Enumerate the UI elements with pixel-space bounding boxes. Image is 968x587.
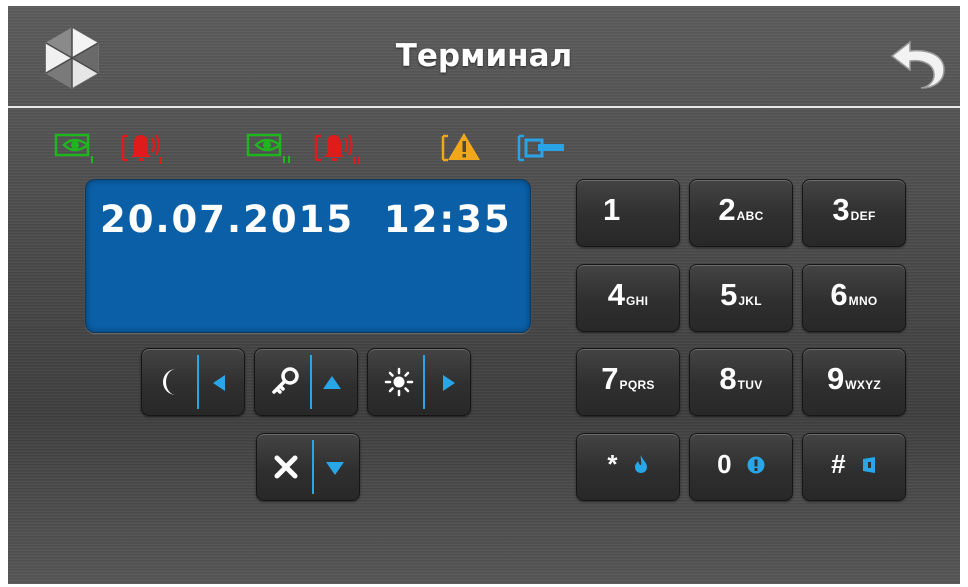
info-exclamation-icon (747, 456, 765, 474)
cancel-down-key[interactable] (256, 433, 360, 501)
key-1-digit: 1 (603, 192, 621, 227)
key-7-letters: PQRS (619, 378, 655, 392)
key-4-letters: GHI (626, 294, 649, 308)
key-icon (272, 367, 299, 394)
arrow-left-icon (213, 375, 225, 391)
partition-2-armed-eye-icon (246, 133, 290, 163)
key-divider (423, 355, 425, 409)
night-left-key[interactable] (141, 348, 245, 416)
partition-1-alarm-bell-icon (121, 134, 162, 164)
key-9-letters: WXYZ (845, 378, 882, 392)
key-0-info[interactable]: 0 (689, 433, 793, 501)
partition-2-alarm-bell-icon (314, 134, 360, 164)
key-3-digit: 3 (832, 192, 850, 227)
key-5-digit: 5 (720, 277, 738, 312)
lcd-display: 20.07.2015 12:35 (85, 179, 531, 333)
page-title: Терминал (395, 38, 573, 74)
key-8-letters: TUV (737, 378, 763, 392)
key-star-symbol: * (607, 449, 618, 479)
undo-back-arrow-icon[interactable] (888, 30, 948, 92)
key-2-digit: 2 (718, 192, 736, 227)
key-6-letters: MNO (848, 294, 878, 308)
date-time-readout: 20.07.2015 12:35 (100, 198, 512, 241)
key-7[interactable]: 7PQRS (576, 348, 680, 416)
arrow-down-icon (326, 462, 344, 475)
moon-icon (163, 369, 176, 395)
key-5[interactable]: 5JKL (689, 264, 793, 332)
header-bar: Терминал (8, 6, 960, 108)
arrow-right-icon (443, 375, 455, 391)
key-4[interactable]: 4GHI (576, 264, 680, 332)
day-right-key[interactable] (367, 348, 471, 416)
terminal-screen: Терминал 20.07.2015 12:35 1 2ABC 3DEF 4G… (8, 6, 960, 584)
key-divider (310, 355, 312, 409)
key-4-digit: 4 (607, 277, 625, 312)
trouble-warning-icon (441, 133, 480, 162)
key-0-digit: 0 (717, 449, 732, 479)
key-3-letters: DEF (850, 209, 876, 223)
fire-icon (634, 455, 647, 473)
key-3[interactable]: 3DEF (802, 179, 906, 247)
sun-icon (384, 367, 414, 397)
key-up-key[interactable] (254, 348, 358, 416)
key-divider (312, 440, 314, 494)
key-1[interactable]: 1 (576, 179, 680, 247)
partition-1-armed-eye-icon (54, 133, 93, 163)
key-9-digit: 9 (826, 361, 845, 396)
x-cancel-icon (274, 455, 298, 479)
key-hash-medical[interactable]: # (802, 433, 906, 501)
medical-icon (862, 457, 875, 473)
key-divider (197, 355, 199, 409)
key-star-fire[interactable]: * (576, 433, 680, 501)
arrow-up-icon (323, 376, 341, 389)
key-8[interactable]: 8TUV (689, 348, 793, 416)
key-2[interactable]: 2ABC (689, 179, 793, 247)
key-9[interactable]: 9WXYZ (802, 348, 906, 416)
service-mode-icon (517, 134, 564, 162)
key-hash-symbol: # (831, 449, 846, 479)
key-6[interactable]: 6MNO (802, 264, 906, 332)
key-8-digit: 8 (719, 361, 737, 396)
key-6-digit: 6 (830, 277, 848, 312)
key-5-letters: JKL (738, 294, 762, 308)
key-2-letters: ABC (736, 209, 764, 223)
key-7-digit: 7 (601, 361, 619, 396)
